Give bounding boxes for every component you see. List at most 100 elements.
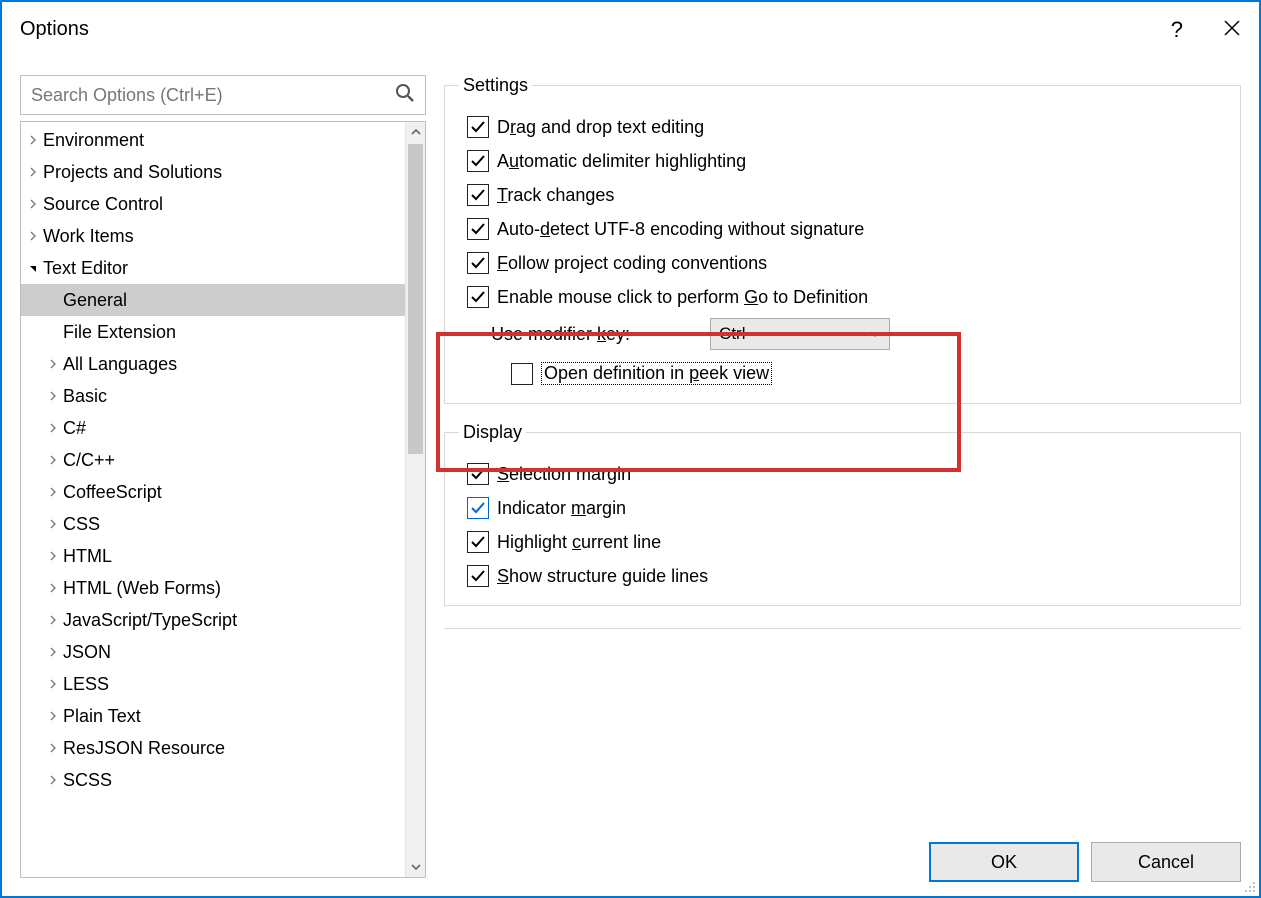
window-title: Options	[20, 18, 89, 41]
checkbox-icon[interactable]	[511, 363, 533, 385]
tree-item-label: JSON	[63, 642, 111, 663]
checkbox-auto-delimiter[interactable]: Automatic delimiter highlighting	[467, 150, 1226, 172]
checkbox-icon[interactable]	[467, 116, 489, 138]
checkbox-indicator-margin[interactable]: Indicator margin	[467, 497, 1226, 519]
arrow-open-icon[interactable]	[25, 263, 41, 273]
checkbox-icon[interactable]	[467, 218, 489, 240]
checkbox-icon[interactable]	[467, 463, 489, 485]
arrow-closed-icon[interactable]	[45, 743, 61, 753]
tree-item-plain-text[interactable]: Plain Text	[21, 700, 405, 732]
display-group: Display Selection margin Indicator margi…	[444, 422, 1241, 606]
divider	[444, 628, 1241, 629]
arrow-closed-icon[interactable]	[25, 231, 41, 241]
arrow-closed-icon[interactable]	[45, 583, 61, 593]
arrow-closed-icon[interactable]	[45, 391, 61, 401]
scrollbar[interactable]	[405, 122, 425, 877]
tree-item-html[interactable]: HTML	[21, 540, 405, 572]
help-button[interactable]: ?	[1171, 17, 1183, 43]
tree-item-text-editor[interactable]: Text Editor	[21, 252, 405, 284]
modifier-key-label: Use modifier key:	[491, 324, 630, 345]
checkbox-icon[interactable]	[467, 565, 489, 587]
arrow-closed-icon[interactable]	[45, 679, 61, 689]
arrow-closed-icon[interactable]	[25, 199, 41, 209]
display-legend: Display	[459, 422, 526, 443]
checkbox-highlight-line[interactable]: Highlight current line	[467, 531, 1226, 553]
tree-item-general[interactable]: General	[21, 284, 405, 316]
tree-item-environment[interactable]: Environment	[21, 124, 405, 156]
tree-item-label: Basic	[63, 386, 107, 407]
ok-button[interactable]: OK	[929, 842, 1079, 882]
options-dialog: Options ? Environment Projects and Soluti…	[0, 0, 1261, 898]
checkbox-drag-drop[interactable]: Drag and drop text editing	[467, 116, 1226, 138]
tree-item-file-extension[interactable]: File Extension	[21, 316, 405, 348]
tree-item-html-web-forms-[interactable]: HTML (Web Forms)	[21, 572, 405, 604]
settings-legend: Settings	[459, 75, 532, 96]
arrow-closed-icon[interactable]	[45, 615, 61, 625]
checkbox-structure-guides[interactable]: Show structure guide lines	[467, 565, 1226, 587]
checkbox-peek-view[interactable]: Open definition in peek view	[511, 362, 1226, 385]
tree-item-c-[interactable]: C#	[21, 412, 405, 444]
scroll-up-icon[interactable]	[406, 122, 425, 142]
checkbox-track-changes[interactable]: Track changes	[467, 184, 1226, 206]
checkbox-icon[interactable]	[467, 497, 489, 519]
tree-item-css[interactable]: CSS	[21, 508, 405, 540]
right-pane: Settings Drag and drop text editing Auto…	[444, 75, 1241, 878]
tree-item-label: HTML (Web Forms)	[63, 578, 221, 599]
left-pane: Environment Projects and Solutions Source …	[20, 75, 426, 878]
close-button[interactable]	[1223, 19, 1241, 41]
checkbox-selection-margin[interactable]: Selection margin	[467, 463, 1226, 485]
arrow-closed-icon[interactable]	[45, 711, 61, 721]
tree-item-label: Plain Text	[63, 706, 141, 727]
checkbox-icon[interactable]	[467, 252, 489, 274]
tree-item-source-control[interactable]: Source Control	[21, 188, 405, 220]
checkbox-utf8-detect[interactable]: Auto-detect UTF-8 encoding without signa…	[467, 218, 1226, 240]
modifier-key-combo[interactable]: Ctrl	[710, 318, 890, 350]
tree-item-c-c-[interactable]: C/C++	[21, 444, 405, 476]
tree-item-label: General	[63, 290, 127, 311]
tree-item-basic[interactable]: Basic	[21, 380, 405, 412]
tree-item-scss[interactable]: SCSS	[21, 764, 405, 796]
search-icon	[395, 83, 415, 107]
checkbox-icon[interactable]	[467, 184, 489, 206]
tree-item-label: C#	[63, 418, 86, 439]
checkbox-goto-definition[interactable]: Enable mouse click to perform Go to Defi…	[467, 286, 1226, 308]
tree-item-less[interactable]: LESS	[21, 668, 405, 700]
focused-label: Open definition in peek view	[541, 362, 772, 385]
tree-item-label: Projects and Solutions	[43, 162, 222, 183]
tree-item-label: HTML	[63, 546, 112, 567]
tree-item-label: JavaScript/TypeScript	[63, 610, 237, 631]
checkbox-follow-conventions[interactable]: Follow project coding conventions	[467, 252, 1226, 274]
scroll-thumb[interactable]	[408, 144, 423, 454]
arrow-closed-icon[interactable]	[45, 455, 61, 465]
dialog-buttons: OK Cancel	[929, 842, 1241, 882]
tree-item-label: All Languages	[63, 354, 177, 375]
settings-group: Settings Drag and drop text editing Auto…	[444, 75, 1241, 404]
tree-item-javascript-typescript[interactable]: JavaScript/TypeScript	[21, 604, 405, 636]
scroll-down-icon[interactable]	[406, 857, 425, 877]
dialog-body: Environment Projects and Solutions Source …	[2, 57, 1259, 896]
tree-item-resjson-resource[interactable]: ResJSON Resource	[21, 732, 405, 764]
tree-item-json[interactable]: JSON	[21, 636, 405, 668]
tree-item-all-languages[interactable]: All Languages	[21, 348, 405, 380]
arrow-closed-icon[interactable]	[45, 487, 61, 497]
search-input[interactable]	[31, 85, 395, 106]
options-tree[interactable]: Environment Projects and Solutions Source …	[21, 122, 405, 877]
tree-item-work-items[interactable]: Work Items	[21, 220, 405, 252]
tree-item-projects-and-solutions[interactable]: Projects and Solutions	[21, 156, 405, 188]
cancel-button[interactable]: Cancel	[1091, 842, 1241, 882]
search-box[interactable]	[20, 75, 426, 115]
arrow-closed-icon[interactable]	[45, 423, 61, 433]
arrow-closed-icon[interactable]	[45, 551, 61, 561]
arrow-closed-icon[interactable]	[45, 519, 61, 529]
arrow-closed-icon[interactable]	[45, 359, 61, 369]
checkbox-icon[interactable]	[467, 531, 489, 553]
arrow-closed-icon[interactable]	[45, 775, 61, 785]
arrow-closed-icon[interactable]	[25, 135, 41, 145]
checkbox-icon[interactable]	[467, 150, 489, 172]
tree-item-label: Text Editor	[43, 258, 128, 279]
tree-item-coffeescript[interactable]: CoffeeScript	[21, 476, 405, 508]
arrow-closed-icon[interactable]	[25, 167, 41, 177]
tree-item-label: CoffeeScript	[63, 482, 162, 503]
arrow-closed-icon[interactable]	[45, 647, 61, 657]
checkbox-icon[interactable]	[467, 286, 489, 308]
